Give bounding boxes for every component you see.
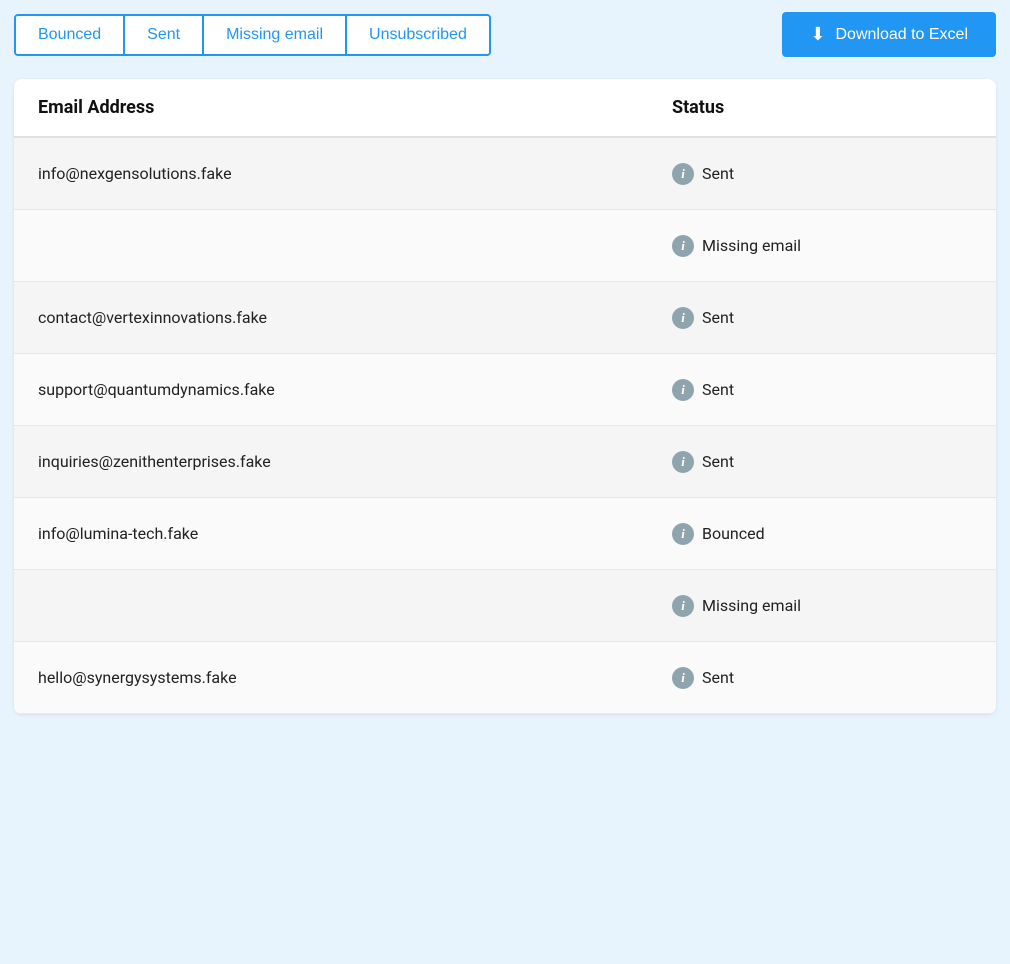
table-row: i Missing email xyxy=(14,570,996,642)
info-icon[interactable]: i xyxy=(672,379,694,401)
email-cell: info@nexgensolutions.fake xyxy=(38,164,672,183)
top-bar: Bounced Sent Missing email Unsubscribed … xyxy=(0,0,1010,69)
table-row: i Missing email xyxy=(14,210,996,282)
info-icon[interactable]: i xyxy=(672,307,694,329)
download-to-excel-button[interactable]: ⬇ Download to Excel xyxy=(782,12,996,57)
info-icon[interactable]: i xyxy=(672,163,694,185)
tab-sent[interactable]: Sent xyxy=(125,16,204,54)
info-icon[interactable]: i xyxy=(672,235,694,257)
info-icon[interactable]: i xyxy=(672,451,694,473)
status-cell: i Missing email xyxy=(672,595,972,617)
table-row: inquiries@zenithenterprises.fakei Sent xyxy=(14,426,996,498)
tab-bounced[interactable]: Bounced xyxy=(16,16,125,54)
status-cell: i Sent xyxy=(672,163,972,185)
email-cell: hello@synergysystems.fake xyxy=(38,668,672,687)
table-body: info@nexgensolutions.fakeiSentiMissing e… xyxy=(14,138,996,714)
email-cell: support@quantumdynamics.fake xyxy=(38,380,672,399)
status-text: Sent xyxy=(702,164,734,183)
table-row: support@quantumdynamics.fakei Sent xyxy=(14,354,996,426)
table-header: Email Address Status xyxy=(14,79,996,138)
info-icon[interactable]: i xyxy=(672,667,694,689)
table-row: hello@synergysystems.fakei Sent xyxy=(14,642,996,714)
table-row: info@nexgensolutions.fakei Sent xyxy=(14,138,996,210)
status-text: Missing email xyxy=(702,596,801,615)
tab-unsubscribed[interactable]: Unsubscribed xyxy=(347,16,489,54)
info-icon[interactable]: i xyxy=(672,523,694,545)
email-cell: info@lumina-tech.fake xyxy=(38,524,672,543)
status-cell: i Sent xyxy=(672,307,972,329)
tabs-container: Bounced Sent Missing email Unsubscribed xyxy=(14,14,491,56)
email-cell: contact@vertexinnovations.fake xyxy=(38,308,672,327)
status-cell: i Bounced xyxy=(672,523,972,545)
download-icon: ⬇ xyxy=(810,24,825,45)
status-text: Sent xyxy=(702,380,734,399)
status-text: Sent xyxy=(702,308,734,327)
status-cell: i Sent xyxy=(672,379,972,401)
email-cell: inquiries@zenithenterprises.fake xyxy=(38,452,672,471)
info-icon[interactable]: i xyxy=(672,595,694,617)
download-button-label: Download to Excel xyxy=(835,26,968,44)
status-cell: i Sent xyxy=(672,667,972,689)
table-row: contact@vertexinnovations.fakei Sent xyxy=(14,282,996,354)
email-column-header: Email Address xyxy=(38,97,672,118)
tab-missing-email[interactable]: Missing email xyxy=(204,16,347,54)
status-cell: i Missing email xyxy=(672,235,972,257)
status-text: Sent xyxy=(702,452,734,471)
main-content: Email Address Status info@nexgensolution… xyxy=(14,79,996,714)
table-row: info@lumina-tech.fakei Bounced xyxy=(14,498,996,570)
status-text: Missing email xyxy=(702,236,801,255)
status-column-header: Status xyxy=(672,97,972,118)
status-cell: i Sent xyxy=(672,451,972,473)
status-text: Bounced xyxy=(702,524,765,543)
status-text: Sent xyxy=(702,668,734,687)
